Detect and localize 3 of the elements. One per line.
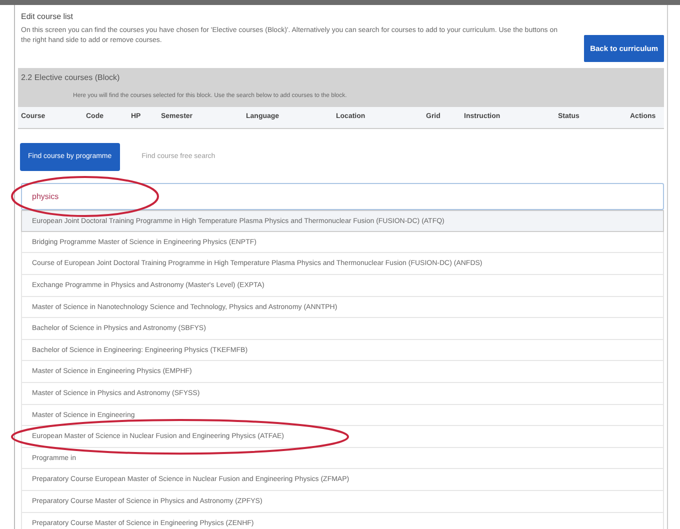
panel-title: Edit course list <box>21 11 74 23</box>
section-title: 2.2 Elective courses (Block) <box>21 72 121 84</box>
search-field[interactable]: physics <box>21 183 664 210</box>
